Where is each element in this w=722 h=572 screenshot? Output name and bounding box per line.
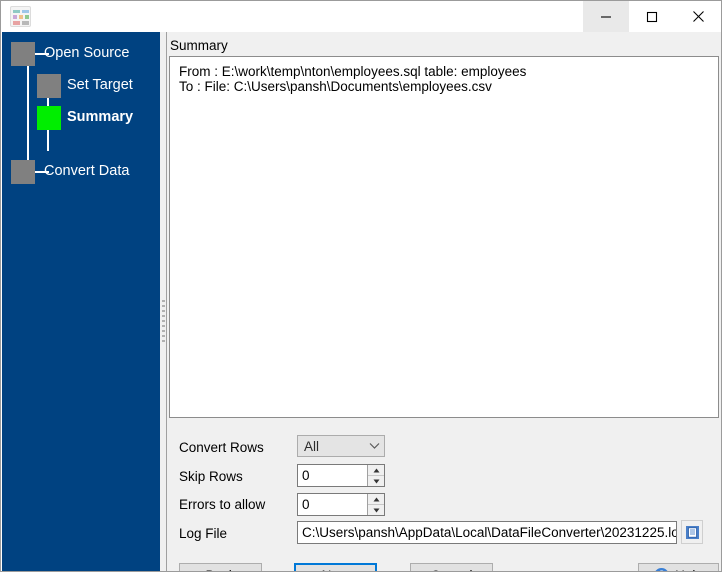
convert-rows-select[interactable]: All [297,435,385,457]
step-connector-line [27,54,29,172]
wizard-sidebar: Open Source Set Target Summary Convert D… [2,32,160,571]
help-button-label: Help [675,568,703,572]
convert-rows-value: All [304,438,320,454]
sidebar-item-convert-data[interactable]: Convert Data [44,163,129,179]
log-file-label: Log File [179,526,228,541]
errors-to-allow-stepper[interactable]: 0 [297,493,385,516]
errors-to-allow-value[interactable]: 0 [298,494,367,515]
errors-to-allow-spin-buttons [367,494,384,515]
summary-text-area[interactable]: From : E:\work\temp\nton\employees.sql t… [169,56,719,418]
log-file-input[interactable]: C:\Users\pansh\AppData\Local\DataFileCon… [297,521,677,544]
document-browse-icon[interactable] [681,520,703,544]
summary-line-from: From : E:\work\temp\nton\employees.sql t… [179,64,527,79]
spin-up-icon[interactable] [368,465,384,476]
spin-up-icon[interactable] [368,494,384,505]
help-button[interactable]: ? Help [638,563,719,572]
sidebar-item-set-target[interactable]: Set Target [67,77,133,93]
summary-line-to: To : File: C:\Users\pansh\Documents\empl… [179,79,492,94]
summary-group-label: Summary [170,38,228,53]
step-marker-set-target[interactable] [37,74,61,98]
splitter-grip-icon [162,300,165,342]
step-marker-summary[interactable] [37,106,61,130]
sidebar-item-summary[interactable]: Summary [67,109,133,125]
skip-rows-stepper[interactable]: 0 [297,464,385,487]
skip-rows-label: Skip Rows [179,469,243,484]
sidebar-item-open-source[interactable]: Open Source [44,45,129,61]
question-mark-icon: ? [654,567,670,571]
chevron-down-icon [364,442,384,450]
skip-rows-value[interactable]: 0 [298,465,367,486]
skip-rows-spin-buttons [367,465,384,486]
title-bar [1,1,721,32]
next-button[interactable]: Next [294,563,377,571]
spin-down-icon[interactable] [368,476,384,486]
back-button[interactable]: Back [179,563,262,571]
window-title [39,1,583,32]
close-icon[interactable] [675,1,721,32]
errors-to-allow-label: Errors to allow [179,497,266,512]
minimize-icon[interactable] [583,1,629,32]
app-icon-container [1,1,39,32]
convert-rows-label: Convert Rows [179,440,264,455]
step-marker-convert-data[interactable] [11,160,35,184]
wizard-steps: Open Source Set Target Summary Convert D… [2,32,160,192]
spreadsheet-icon [9,6,31,27]
spin-down-icon[interactable] [368,505,384,515]
maximize-icon[interactable] [629,1,675,32]
application-window: Open Source Set Target Summary Convert D… [0,0,722,572]
content-panel: Summary From : E:\work\temp\nton\employe… [167,32,721,572]
step-marker-open-source[interactable] [11,42,35,66]
panel-splitter[interactable] [160,32,167,571]
cancel-button[interactable]: Cancel [410,563,493,571]
